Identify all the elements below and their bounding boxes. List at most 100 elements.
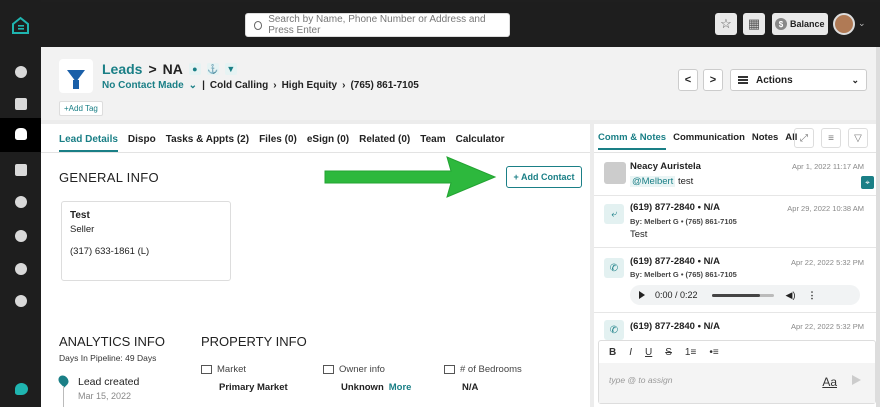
message-author: By: Melbert G • (765) 861-7105 [630, 217, 737, 226]
tab-esign[interactable]: eSign (0) [307, 134, 349, 152]
filter-icon[interactable]: ▽ [848, 128, 868, 148]
top-bar: Search by Name, Phone Number or Address … [41, 2, 880, 47]
bold-button[interactable]: B [609, 347, 616, 358]
next-lead-button[interactable]: > [703, 69, 723, 91]
phone-call-icon: ✆ [604, 320, 624, 340]
check-circle-icon[interactable] [15, 196, 27, 208]
message-time: Apr 1, 2022 11:17 AM [792, 162, 864, 171]
chevron-down-icon: ⌄ [851, 74, 859, 85]
underline-button[interactable]: U [645, 347, 652, 358]
prev-lead-button[interactable]: < [678, 69, 698, 91]
person-icon[interactable] [15, 230, 27, 242]
chevron-down-icon[interactable]: ⌄ [858, 18, 866, 29]
more-vertical-icon[interactable]: ⋮ [807, 290, 816, 301]
breadcrumb-separator: > [148, 61, 157, 77]
page-scrollbar[interactable] [876, 47, 880, 407]
chat-bubble-icon[interactable] [15, 383, 28, 395]
property-info-heading: PROPERTY INFO [201, 334, 307, 349]
ordered-list-button[interactable]: 1≡ [685, 347, 696, 358]
id-card-icon [323, 365, 334, 374]
analytics-info-heading: ANALYTICS INFO [59, 334, 165, 349]
list-item[interactable]: ✆ (619) 877-2840 • N/A Apr 22, 2022 5:32… [594, 248, 880, 313]
chevron-right-icon: › [342, 80, 346, 91]
message-time: Apr 22, 2022 5:32 PM [791, 258, 864, 267]
download-circle-icon[interactable] [15, 263, 27, 275]
lead-phone: (765) 861-7105 [350, 80, 419, 91]
add-contact-button[interactable]: + Add Contact [506, 166, 582, 188]
message-title: Neacy Auristela [630, 161, 701, 172]
balance-button[interactable]: $ Balance [772, 13, 828, 35]
property-field-bedrooms: # of Bedrooms N/A [444, 364, 522, 393]
timeline-line [63, 386, 64, 407]
hand-leads-icon[interactable] [15, 128, 27, 140]
calendar-icon[interactable]: ▦ [743, 13, 765, 35]
map-pin-icon[interactable]: ● [188, 63, 201, 75]
volume-icon[interactable]: ◀) [786, 290, 796, 301]
property-field-label: # of Bedrooms [460, 364, 522, 375]
audio-progress[interactable] [711, 293, 774, 297]
contact-phone-type: (L) [137, 246, 150, 257]
lead-funnel-icon [59, 59, 93, 93]
mention-tag[interactable]: @Melbert [630, 176, 676, 187]
send-icon[interactable] [852, 375, 861, 385]
divider [594, 152, 880, 153]
tab-calculator[interactable]: Calculator [456, 134, 505, 152]
comm-notes-panel: Comm & Notes Communication Notes All ⤢ ≡… [594, 124, 880, 407]
star-icon[interactable]: ☆ [715, 13, 737, 35]
strikethrough-button[interactable]: S [665, 347, 672, 358]
pin-icon[interactable]: ⌖ [861, 176, 874, 189]
contact-card[interactable]: Test Seller (317) 633-1861 (L) [61, 201, 231, 281]
note-input[interactable]: type @ to assign Aa [599, 363, 875, 403]
tab-communication[interactable]: Communication [673, 132, 745, 150]
tab-team[interactable]: Team [420, 134, 445, 152]
tab-comm-notes[interactable]: Comm & Notes [598, 132, 667, 150]
property-field-value: Primary Market [219, 382, 288, 393]
avatar[interactable] [833, 13, 855, 35]
message-text: test [677, 176, 694, 187]
search-placeholder: Search by Name, Phone Number or Address … [268, 14, 486, 36]
dollar-circle-icon[interactable] [15, 295, 27, 307]
italic-button[interactable]: I [629, 347, 632, 358]
tab-notes[interactable]: Notes [752, 132, 778, 150]
tab-lead-details[interactable]: Lead Details [59, 134, 118, 152]
property-field-label: Market [217, 364, 247, 375]
list-item[interactable]: Neacy Auristela Apr 1, 2022 11:17 AM @Me… [594, 154, 880, 196]
property-field-market: Market Primary Market [201, 364, 288, 393]
message-author: By: Melbert G • (765) 861-7105 [630, 270, 737, 279]
contact-phone-row: (317) 633-1861 (L) [70, 246, 222, 257]
more-link[interactable]: More [389, 382, 412, 393]
play-icon[interactable] [639, 291, 645, 299]
property-field-value: Unknown [341, 382, 384, 393]
format-toggle-button[interactable]: Aa [822, 375, 837, 389]
bullet-list-button[interactable]: •≡ [709, 347, 718, 358]
actions-dropdown[interactable]: Actions ⌄ [730, 69, 867, 91]
house-icon[interactable] [15, 164, 27, 176]
tab-related[interactable]: Related (0) [359, 134, 410, 152]
chevron-down-icon[interactable]: ⌄ [189, 80, 197, 91]
message-title: (619) 877-2840 • N/A [630, 202, 720, 213]
sort-icon[interactable]: ≡ [821, 128, 841, 148]
message-title: (619) 877-2840 • N/A [630, 321, 720, 332]
list-item[interactable]: ⤶ (619) 877-2840 • N/A Apr 29, 2022 10:3… [594, 196, 880, 248]
lead-tabs: Lead Details Dispo Tasks & Appts (2) Fil… [59, 134, 505, 152]
tab-dispo[interactable]: Dispo [128, 134, 156, 152]
pin-icon[interactable]: ▼ [224, 63, 237, 75]
search-input[interactable]: Search by Name, Phone Number or Address … [245, 13, 510, 37]
breadcrumb-leads[interactable]: Leads [102, 61, 142, 77]
expand-icon[interactable]: ⤢ [794, 128, 814, 148]
tab-files[interactable]: Files (0) [259, 134, 297, 152]
contact-phone[interactable]: (317) 633-1861 [70, 246, 135, 257]
house-outline-icon [201, 365, 212, 374]
balance-label: Balance [790, 19, 825, 29]
megaphone-icon[interactable] [15, 98, 27, 110]
list-item[interactable]: ✆ (619) 877-2840 • N/A Apr 22, 2022 5:32… [594, 313, 880, 340]
audio-player[interactable]: 0:00 / 0:22 ◀) ⋮ [630, 285, 860, 305]
tab-tasks-appts[interactable]: Tasks & Appts (2) [166, 134, 249, 152]
dashboard-icon[interactable] [15, 66, 27, 78]
home-logo-icon[interactable] [11, 16, 30, 35]
anchor-icon[interactable]: ⚓ [206, 63, 219, 75]
property-field-label: Owner info [339, 364, 385, 375]
status-dropdown[interactable]: No Contact Made [102, 80, 184, 91]
breadcrumb: Leads > NA ● ⚓ ▼ [102, 61, 237, 77]
add-tag-button[interactable]: +Add Tag [59, 101, 103, 116]
